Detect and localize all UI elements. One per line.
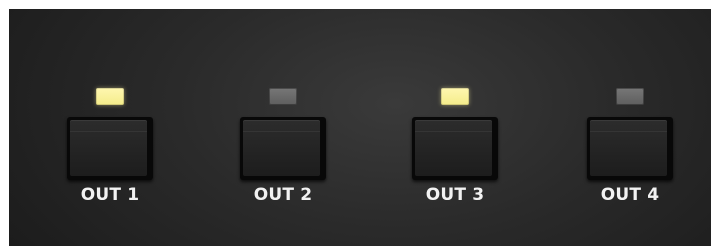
out-3-label: OUT 3: [425, 185, 485, 205]
out-2-led-indicator: [269, 88, 297, 105]
out-1-button[interactable]: [67, 117, 153, 180]
output-panel: OUT 1 OUT 2 OUT 3 OUT 4: [9, 9, 711, 246]
output-channel-2: OUT 2: [233, 9, 333, 246]
out-1-button-face: [70, 120, 147, 176]
out-1-label: OUT 1: [80, 185, 140, 205]
out-3-button-face: [415, 120, 492, 176]
out-1-led-indicator: [96, 88, 124, 105]
out-4-button[interactable]: [587, 117, 673, 180]
out-4-button-face: [590, 120, 667, 176]
output-channel-1: OUT 1: [60, 9, 160, 246]
out-2-button-face: [243, 120, 320, 176]
out-2-button[interactable]: [240, 117, 326, 180]
output-channel-4: OUT 4: [580, 9, 680, 246]
out-4-label: OUT 4: [600, 185, 660, 205]
output-channel-3: OUT 3: [405, 9, 505, 246]
out-3-led-indicator: [441, 88, 469, 105]
out-4-led-indicator: [616, 88, 644, 105]
out-3-button[interactable]: [412, 117, 498, 180]
out-2-label: OUT 2: [253, 185, 313, 205]
